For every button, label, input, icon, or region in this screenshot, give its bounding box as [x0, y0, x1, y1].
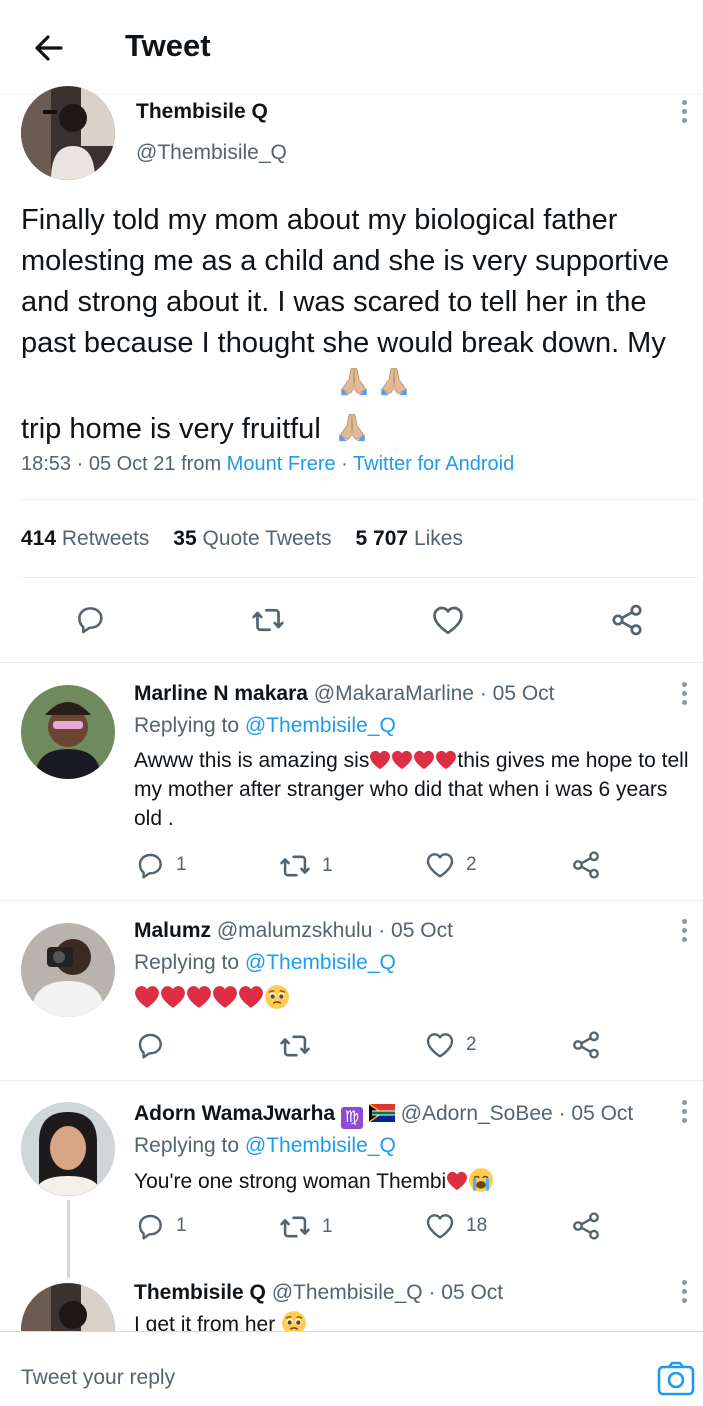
- source-link[interactable]: Twitter for Android: [353, 453, 514, 475]
- more-icon[interactable]: [680, 919, 688, 945]
- divider: [21, 577, 698, 578]
- reply-header: Adorn WamaJwarha ♍ @Adorn_SoBee · 05 Oct: [134, 1102, 633, 1129]
- reply-author-name[interactable]: Marline N makara: [134, 682, 308, 705]
- reply-date: · 05 Oct: [479, 682, 555, 705]
- reply-action-bar: 2: [0, 1029, 703, 1069]
- reply-header: Marline N makara @MakaraMarline · 05 Oct: [134, 682, 555, 706]
- tweet-time: 18:53 · 05 Oct 21 from: [21, 453, 222, 475]
- tweet-meta: 18:53 · 05 Oct 21 from Mount Frere · Twi…: [21, 453, 514, 476]
- share-icon[interactable]: [570, 1029, 602, 1061]
- heart-emoji-icon: [413, 750, 435, 770]
- heart-emoji-icon: [446, 1171, 468, 1191]
- reply-action-bar: 1 1 18: [0, 1210, 703, 1250]
- quotes-stat[interactable]: 35 Quote Tweets: [173, 527, 331, 550]
- divider: [21, 499, 698, 500]
- heart-emoji-icon: [134, 985, 160, 1009]
- avatar[interactable]: [21, 685, 115, 779]
- reply-author-handle[interactable]: @Adorn_SoBee: [401, 1102, 553, 1125]
- heart-emoji-icon: [212, 985, 238, 1009]
- share-icon[interactable]: [570, 849, 602, 881]
- camera-icon[interactable]: [657, 1360, 695, 1403]
- top-bar: Tweet: [0, 0, 703, 95]
- heart-emoji-icon: [369, 750, 391, 770]
- divider: [0, 1080, 703, 1081]
- more-icon[interactable]: [680, 1100, 688, 1126]
- sob-emoji: [468, 1167, 494, 1193]
- author-handle[interactable]: @Thembisile_Q: [136, 141, 287, 165]
- share-icon[interactable]: [609, 602, 645, 638]
- author-name[interactable]: Thembisile Q: [136, 100, 268, 124]
- avatar[interactable]: [21, 1102, 115, 1196]
- reply-author-handle[interactable]: @MakaraMarline: [314, 682, 474, 705]
- virgo-emoji: ♍: [340, 1107, 363, 1129]
- pray-emoji: [337, 364, 411, 456]
- replying-to: Replying to @Thembisile_Q: [134, 714, 396, 737]
- reply-input[interactable]: Tweet your reply: [21, 1366, 175, 1390]
- reply-author-name[interactable]: Thembisile Q: [134, 1281, 266, 1304]
- reply-author-name[interactable]: Malumz: [134, 919, 211, 942]
- retweet-icon[interactable]: 1: [278, 849, 333, 883]
- heart-emoji-icon: [238, 985, 264, 1009]
- reply-icon[interactable]: [134, 1029, 176, 1061]
- tweet-stats: 414 Retweets 35 Quote Tweets 5 707 Likes: [21, 527, 463, 551]
- reply-action-bar: 1 1 2: [0, 849, 703, 889]
- replying-to-link[interactable]: @Thembisile_Q: [245, 714, 396, 737]
- back-arrow-icon[interactable]: [30, 28, 70, 68]
- reply-icon[interactable]: 1: [134, 849, 187, 881]
- reply-composer: Tweet your reply: [0, 1331, 703, 1406]
- reply-header: Malumz @malumzskhulu · 05 Oct: [134, 919, 453, 943]
- reply-text: [134, 984, 699, 1014]
- like-icon[interactable]: [430, 602, 466, 638]
- heart-emoji-icon: [160, 985, 186, 1009]
- meta-separator: ·: [341, 453, 348, 475]
- more-icon[interactable]: [680, 682, 688, 708]
- page-title: Tweet: [125, 28, 211, 63]
- reply-text: You're one strong woman Thembi: [134, 1167, 699, 1196]
- retweet-icon[interactable]: [278, 1029, 322, 1063]
- divider: [0, 900, 703, 901]
- reply-icon[interactable]: [73, 602, 107, 636]
- like-icon[interactable]: 2: [424, 849, 477, 881]
- reply-date: · 05 Oct: [378, 919, 453, 942]
- more-icon[interactable]: [680, 100, 688, 126]
- like-icon[interactable]: 2: [424, 1029, 477, 1061]
- pleading-face-emoji: [264, 984, 290, 1010]
- reply-icon[interactable]: 1: [134, 1210, 187, 1242]
- retweet-icon[interactable]: 1: [278, 1210, 333, 1244]
- more-icon[interactable]: [680, 1280, 688, 1306]
- reply-date: · 05 Oct: [558, 1102, 634, 1125]
- reply-author-handle[interactable]: @Thembisile_Q: [272, 1281, 423, 1304]
- retweet-icon[interactable]: [250, 602, 286, 638]
- avatar[interactable]: [21, 86, 115, 180]
- share-icon[interactable]: [570, 1210, 602, 1242]
- location-link[interactable]: Mount Frere: [227, 453, 336, 475]
- like-icon[interactable]: 18: [424, 1210, 487, 1242]
- heart-emoji-icon: [391, 750, 413, 770]
- sa-flag-icon: [368, 1103, 395, 1123]
- heart-emoji-icon: [186, 985, 212, 1009]
- replying-to: Replying to @Thembisile_Q: [134, 951, 396, 974]
- reply-date: · 05 Oct: [428, 1281, 504, 1304]
- replying-to: Replying to @Thembisile_Q: [134, 1134, 396, 1157]
- main-action-bar: [0, 602, 703, 642]
- replying-to-link[interactable]: @Thembisile_Q: [245, 951, 396, 974]
- avatar[interactable]: [21, 923, 115, 1017]
- retweets-stat[interactable]: 414 Retweets: [21, 527, 149, 550]
- likes-stat[interactable]: 5 707 Likes: [356, 527, 463, 550]
- reply-header: Thembisile Q @Thembisile_Q · 05 Oct: [134, 1281, 503, 1305]
- replying-to-link[interactable]: @Thembisile_Q: [245, 1134, 396, 1157]
- reply-author-handle[interactable]: @malumzskhulu: [217, 919, 373, 942]
- reply-text: Awww this is amazing sis this gives me ho…: [134, 749, 689, 830]
- reply-author-name[interactable]: Adorn WamaJwarha: [134, 1102, 335, 1125]
- tweet-text: Finally told my mom about my biological …: [21, 200, 696, 456]
- heart-emoji-icon: [435, 750, 457, 770]
- divider: [0, 662, 703, 663]
